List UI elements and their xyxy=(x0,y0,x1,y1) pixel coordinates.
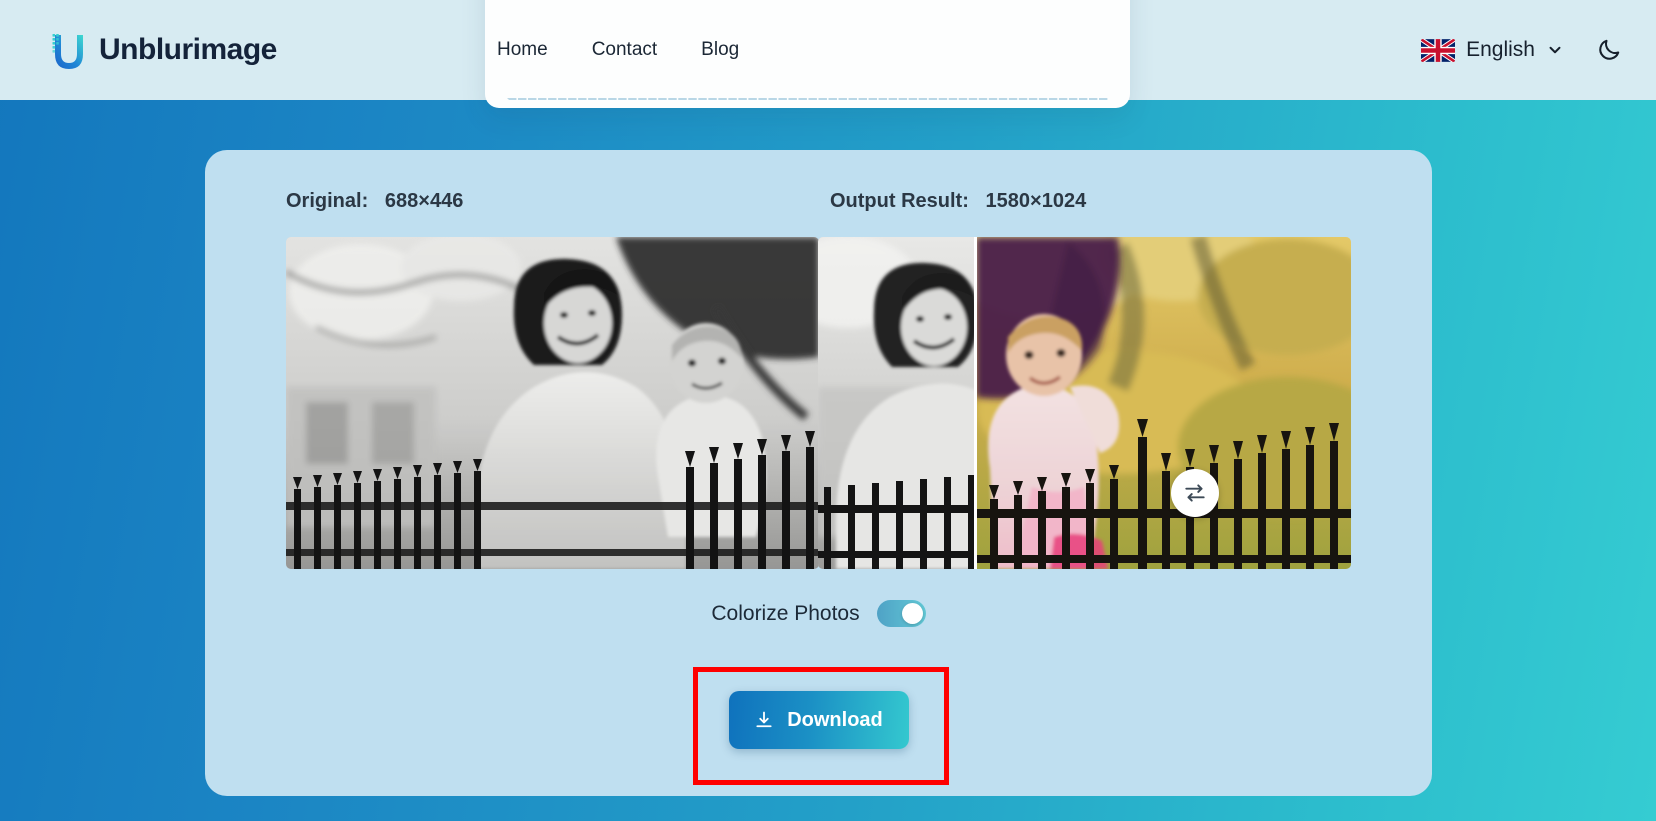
toggle-knob xyxy=(901,603,923,624)
original-size-value: 688×446 xyxy=(384,190,464,212)
nav-link-blog[interactable]: Blog xyxy=(701,39,739,61)
swap-compare-button[interactable] xyxy=(1171,469,1219,517)
brand-name: Unblurimage xyxy=(99,33,277,66)
output-image-pane xyxy=(818,237,1351,569)
page-root: Original: 688×446 Output Result: 1580×10… xyxy=(0,0,1656,821)
output-label-text: Output Result: xyxy=(830,190,969,212)
annotation-highlight-rectangle xyxy=(693,667,949,785)
original-image-pane xyxy=(286,237,819,569)
original-label-text: Original: xyxy=(286,190,369,212)
output-size-label: Output Result: 1580×1024 xyxy=(830,190,1086,213)
chevron-down-icon xyxy=(1549,46,1561,54)
colorize-photos-label: Colorize Photos xyxy=(711,601,860,625)
theme-toggle-button[interactable] xyxy=(1590,31,1628,69)
unblurimage-u-logo-icon xyxy=(52,34,83,69)
colorize-photos-toggle[interactable] xyxy=(876,600,926,627)
site-header: Unblurimage Home Contact Blog English xyxy=(0,0,1656,108)
original-photo xyxy=(286,237,819,569)
uk-flag-icon xyxy=(1421,38,1456,62)
size-labels: Original: 688×446 Output Result: 1580×10… xyxy=(205,190,1432,220)
nav-link-contact[interactable]: Contact xyxy=(592,39,657,61)
language-label: English xyxy=(1466,38,1535,61)
output-photo xyxy=(818,237,1351,569)
swap-arrows-icon xyxy=(1185,484,1205,502)
nav-link-home[interactable]: Home xyxy=(497,39,548,61)
brand[interactable]: Unblurimage xyxy=(52,30,277,70)
colorize-photos-row: Colorize Photos xyxy=(205,600,1432,627)
language-selector[interactable]: English xyxy=(1421,38,1564,62)
main-nav: Home Contact Blog xyxy=(497,39,739,61)
output-size-value: 1580×1024 xyxy=(985,190,1087,212)
header-actions: English xyxy=(1421,31,1628,69)
original-size-label: Original: 688×446 xyxy=(286,190,463,213)
moon-icon xyxy=(1599,39,1620,60)
